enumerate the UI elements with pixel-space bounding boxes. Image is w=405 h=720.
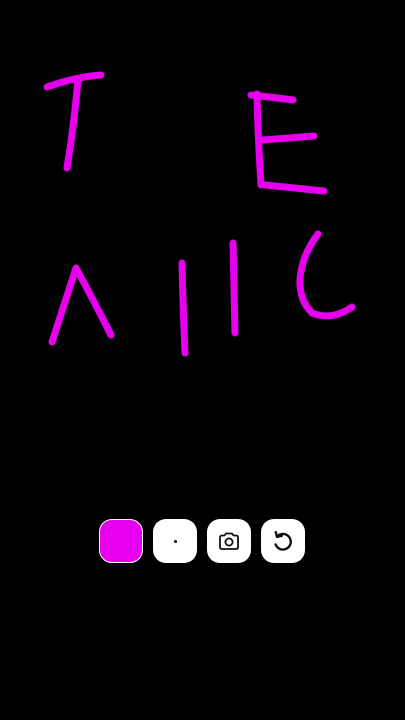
stroke-caret: [48, 264, 115, 346]
stroke-curve: [296, 230, 356, 320]
stroke-t-stem: [63, 76, 82, 172]
drawing-toolbar: [99, 519, 305, 563]
stroke-e-bottom: [261, 181, 328, 195]
reset-button[interactable]: [261, 519, 305, 563]
rotate-ccw-icon: [274, 530, 292, 551]
stroke-t-bar: [43, 71, 105, 91]
screenshot-button[interactable]: [207, 519, 251, 563]
drawing-app: [0, 0, 405, 720]
stroke-line-1: [178, 259, 189, 357]
stroke-line-2: [229, 239, 239, 337]
dot-icon: [173, 539, 177, 543]
stroke-e-middle: [258, 132, 318, 144]
brush-size-button[interactable]: [153, 519, 197, 563]
color-picker-button[interactable]: [99, 519, 143, 563]
drawing-canvas[interactable]: [0, 0, 405, 720]
camera-icon: [219, 532, 239, 550]
